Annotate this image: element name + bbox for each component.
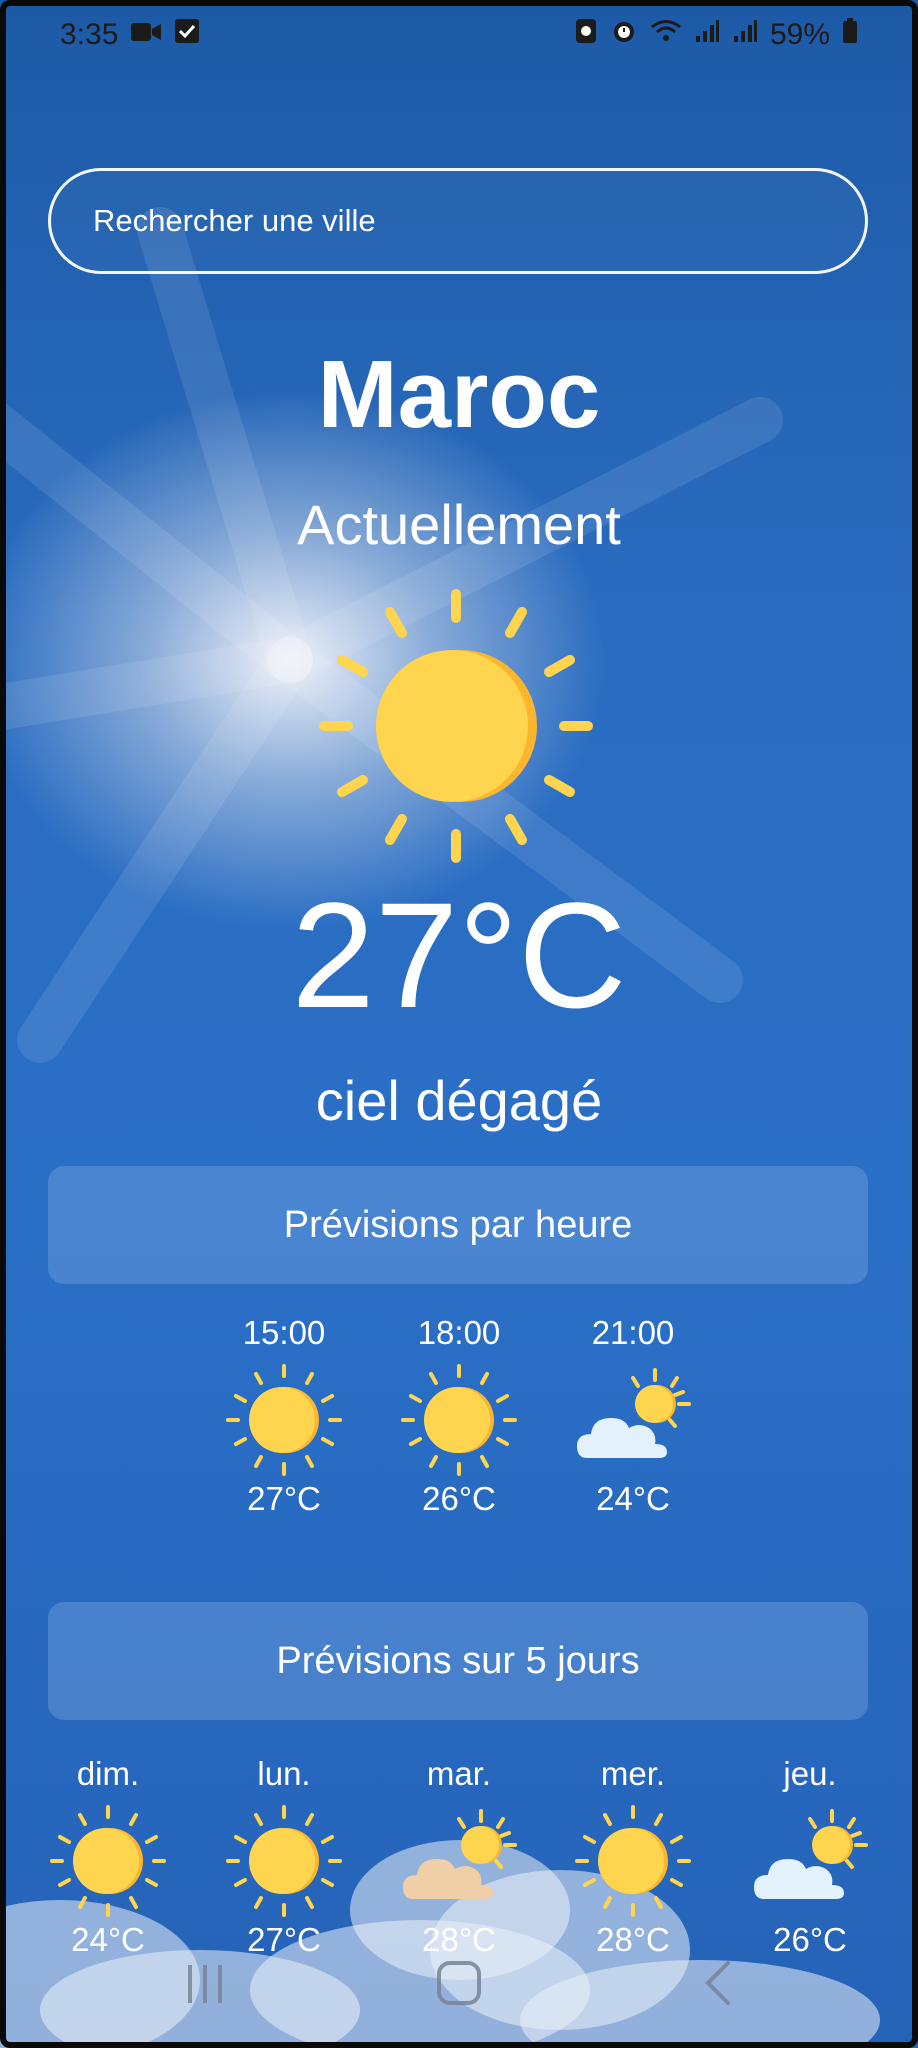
wifi-icon <box>650 18 682 52</box>
status-time: 3:35 <box>60 18 119 51</box>
daily-item: mer. 28°C <box>563 1755 703 1959</box>
alarm-icon <box>610 17 638 53</box>
day-label: mar. <box>426 1755 492 1792</box>
battery-percentage: 59% <box>769 18 830 51</box>
partly-cloudy-icon <box>571 1362 695 1478</box>
hour-time: 18:00 <box>417 1314 501 1351</box>
hour-temp: 27°C <box>247 1480 321 1517</box>
sun-icon <box>571 1803 695 1919</box>
status-right: 59% <box>574 17 858 53</box>
hourly-forecast-list: 15:00 27°C 18:00 26°C 21:00 24°C <box>0 1314 918 1544</box>
day-label: dim. <box>76 1755 140 1792</box>
daily-forecast-title: Prévisions sur 5 jours <box>276 1639 640 1682</box>
recents-icon[interactable] <box>170 1953 240 2013</box>
checkbox-icon <box>174 18 200 52</box>
signal-icon <box>732 18 758 52</box>
nfc-icon <box>574 17 598 53</box>
daily-item: mar. 28°C <box>389 1755 529 1959</box>
hourly-forecast-title: Prévisions par heure <box>283 1203 633 1246</box>
sun-icon <box>222 1362 346 1478</box>
partly-cloudy-icon <box>397 1803 521 1919</box>
daily-item: jeu. 26°C <box>740 1755 880 1959</box>
search-input[interactable] <box>51 171 865 271</box>
video-camera-icon <box>130 18 162 52</box>
signal-icon <box>694 18 720 52</box>
system-nav-bar <box>0 1935 918 2025</box>
hour-time: 15:00 <box>242 1314 326 1351</box>
sun-icon <box>318 588 594 864</box>
current-label: Actuellement <box>297 493 621 556</box>
search-bar[interactable] <box>48 168 868 274</box>
daily-item: dim. 24°C <box>38 1755 178 1959</box>
weather-description: ciel dégagé <box>315 1069 603 1132</box>
hour-time: 21:00 <box>591 1314 675 1351</box>
partly-cloudy-icon <box>748 1803 872 1919</box>
sun-icon <box>222 1803 346 1919</box>
status-bar: 3:35 59% <box>0 0 918 70</box>
back-icon[interactable] <box>684 1953 754 2013</box>
sun-icon <box>46 1803 170 1919</box>
hour-temp: 26°C <box>422 1480 496 1517</box>
daily-item: lun. 27°C <box>214 1755 354 1959</box>
home-icon[interactable] <box>424 1953 494 2013</box>
day-label: lun. <box>257 1755 311 1792</box>
sun-icon <box>397 1362 521 1478</box>
hourly-forecast-header: Prévisions par heure <box>48 1166 868 1284</box>
battery-icon <box>842 18 858 52</box>
day-label: jeu. <box>783 1755 837 1792</box>
city-name: Maroc <box>317 341 601 448</box>
hour-temp: 24°C <box>596 1480 670 1517</box>
day-label: mer. <box>600 1755 666 1792</box>
status-left: 3:35 <box>60 18 200 52</box>
daily-forecast-header: Prévisions sur 5 jours <box>48 1602 868 1720</box>
current-temperature: 27°C <box>291 871 627 1039</box>
hourly-item: 15:00 27°C <box>214 1314 354 1518</box>
hourly-item: 18:00 26°C <box>389 1314 529 1518</box>
hourly-item: 21:00 24°C <box>563 1314 703 1518</box>
